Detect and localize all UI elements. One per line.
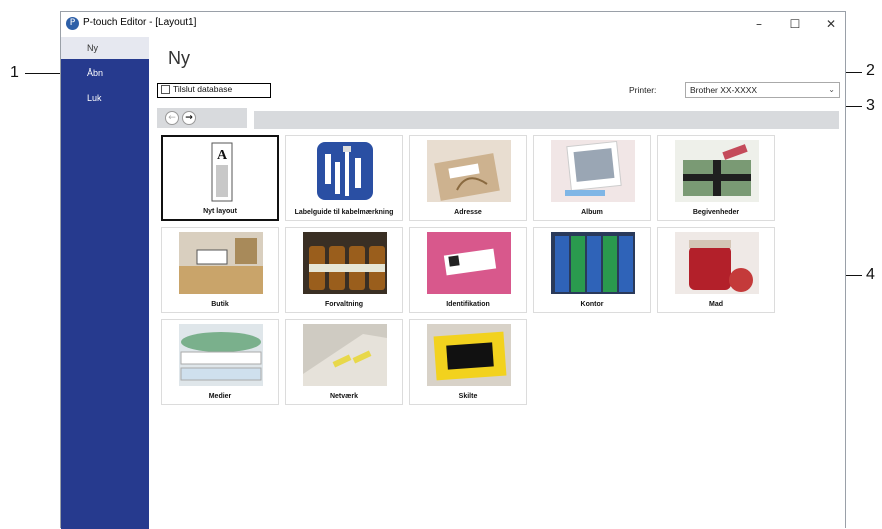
back-arrow-button[interactable]: ← (165, 111, 179, 125)
cable-label-guide-icon (303, 140, 387, 202)
template-label: Netværk (329, 393, 358, 400)
network-photo-icon (303, 324, 387, 386)
sidebar-item-luk[interactable]: Luk (61, 87, 149, 109)
template-begivenheder[interactable]: Begivenheder (657, 135, 775, 221)
breadcrumb-bar (254, 111, 839, 129)
minimize-button[interactable]: – (741, 14, 777, 34)
template-kontor[interactable]: Kontor (533, 227, 651, 313)
callout-4: 4 (866, 266, 875, 283)
new-layout-icon: A (180, 141, 264, 203)
template-label: Skilte (458, 393, 478, 400)
template-mad[interactable]: Mad (657, 227, 775, 313)
template-label: Kontor (580, 301, 604, 308)
template-label: Album (581, 209, 603, 216)
food-photo-icon (675, 232, 759, 294)
album-photo-icon (551, 140, 635, 202)
template-label: Butik (211, 301, 229, 308)
callout-2-highlight-box (157, 83, 271, 98)
printer-label: Printer: (629, 85, 657, 95)
template-medier[interactable]: Medier (161, 319, 279, 405)
callout-3: 3 (866, 97, 875, 114)
office-photo-icon (551, 232, 635, 294)
template-label: Identifikation (446, 301, 490, 308)
maximize-button[interactable]: ☐ (777, 14, 813, 34)
template-label: Mad (709, 301, 723, 308)
signs-photo-icon (427, 324, 511, 386)
address-photo-icon (427, 140, 511, 202)
page-title: Ny (168, 48, 190, 68)
template-skilte[interactable]: Skilte (409, 319, 527, 405)
window-title: P-touch Editor - [Layout1] (83, 17, 197, 28)
title-bar: P P-touch Editor - [Layout1] – ☐ ✕ (61, 12, 845, 37)
template-grid: A Nyt layout Labelguide til kabelmærknin… (161, 135, 781, 415)
template-label: Medier (208, 393, 232, 400)
forward-arrow-button[interactable]: → (182, 111, 196, 125)
printer-select[interactable]: Brother XX-XXXX ⌄ (685, 82, 840, 98)
identification-photo-icon (427, 232, 511, 294)
template-label: Adresse (454, 209, 482, 216)
svg-text:A: A (217, 148, 228, 163)
template-identifikation[interactable]: Identifikation (409, 227, 527, 313)
sidebar-item-ny[interactable]: Ny (61, 37, 149, 59)
template-butik[interactable]: Butik (161, 227, 279, 313)
template-label: Nyt layout (203, 208, 237, 215)
template-nyt-layout[interactable]: A Nyt layout (161, 135, 279, 221)
shop-photo-icon (179, 232, 263, 294)
media-photo-icon (179, 324, 263, 386)
printer-select-value: Brother XX-XXXX (690, 85, 758, 95)
template-forvaltning[interactable]: Forvaltning (285, 227, 403, 313)
template-labelguide-kabel[interactable]: Labelguide til kabelmærkning (285, 135, 403, 221)
sidebar-item-abn[interactable]: Åbn (61, 62, 149, 84)
sidebar: Ny Åbn Luk (61, 37, 149, 529)
administration-photo-icon (303, 232, 387, 294)
close-button[interactable]: ✕ (813, 14, 849, 34)
template-label: Labelguide til kabelmærkning (294, 209, 394, 216)
template-netvaerk[interactable]: Netværk (285, 319, 403, 405)
ptouch-app-icon: P (66, 17, 79, 30)
template-adresse[interactable]: Adresse (409, 135, 527, 221)
template-label: Begivenheder (692, 209, 740, 216)
app-window: P P-touch Editor - [Layout1] – ☐ ✕ Ny Åb… (60, 11, 846, 529)
chevron-down-icon: ⌄ (828, 85, 835, 94)
navigation-bar: ← → (157, 108, 247, 128)
callout-2: 2 (866, 62, 875, 79)
template-label: Forvaltning (324, 301, 364, 308)
events-photo-icon (675, 140, 759, 202)
template-album[interactable]: Album (533, 135, 651, 221)
callout-1: 1 (10, 64, 19, 81)
